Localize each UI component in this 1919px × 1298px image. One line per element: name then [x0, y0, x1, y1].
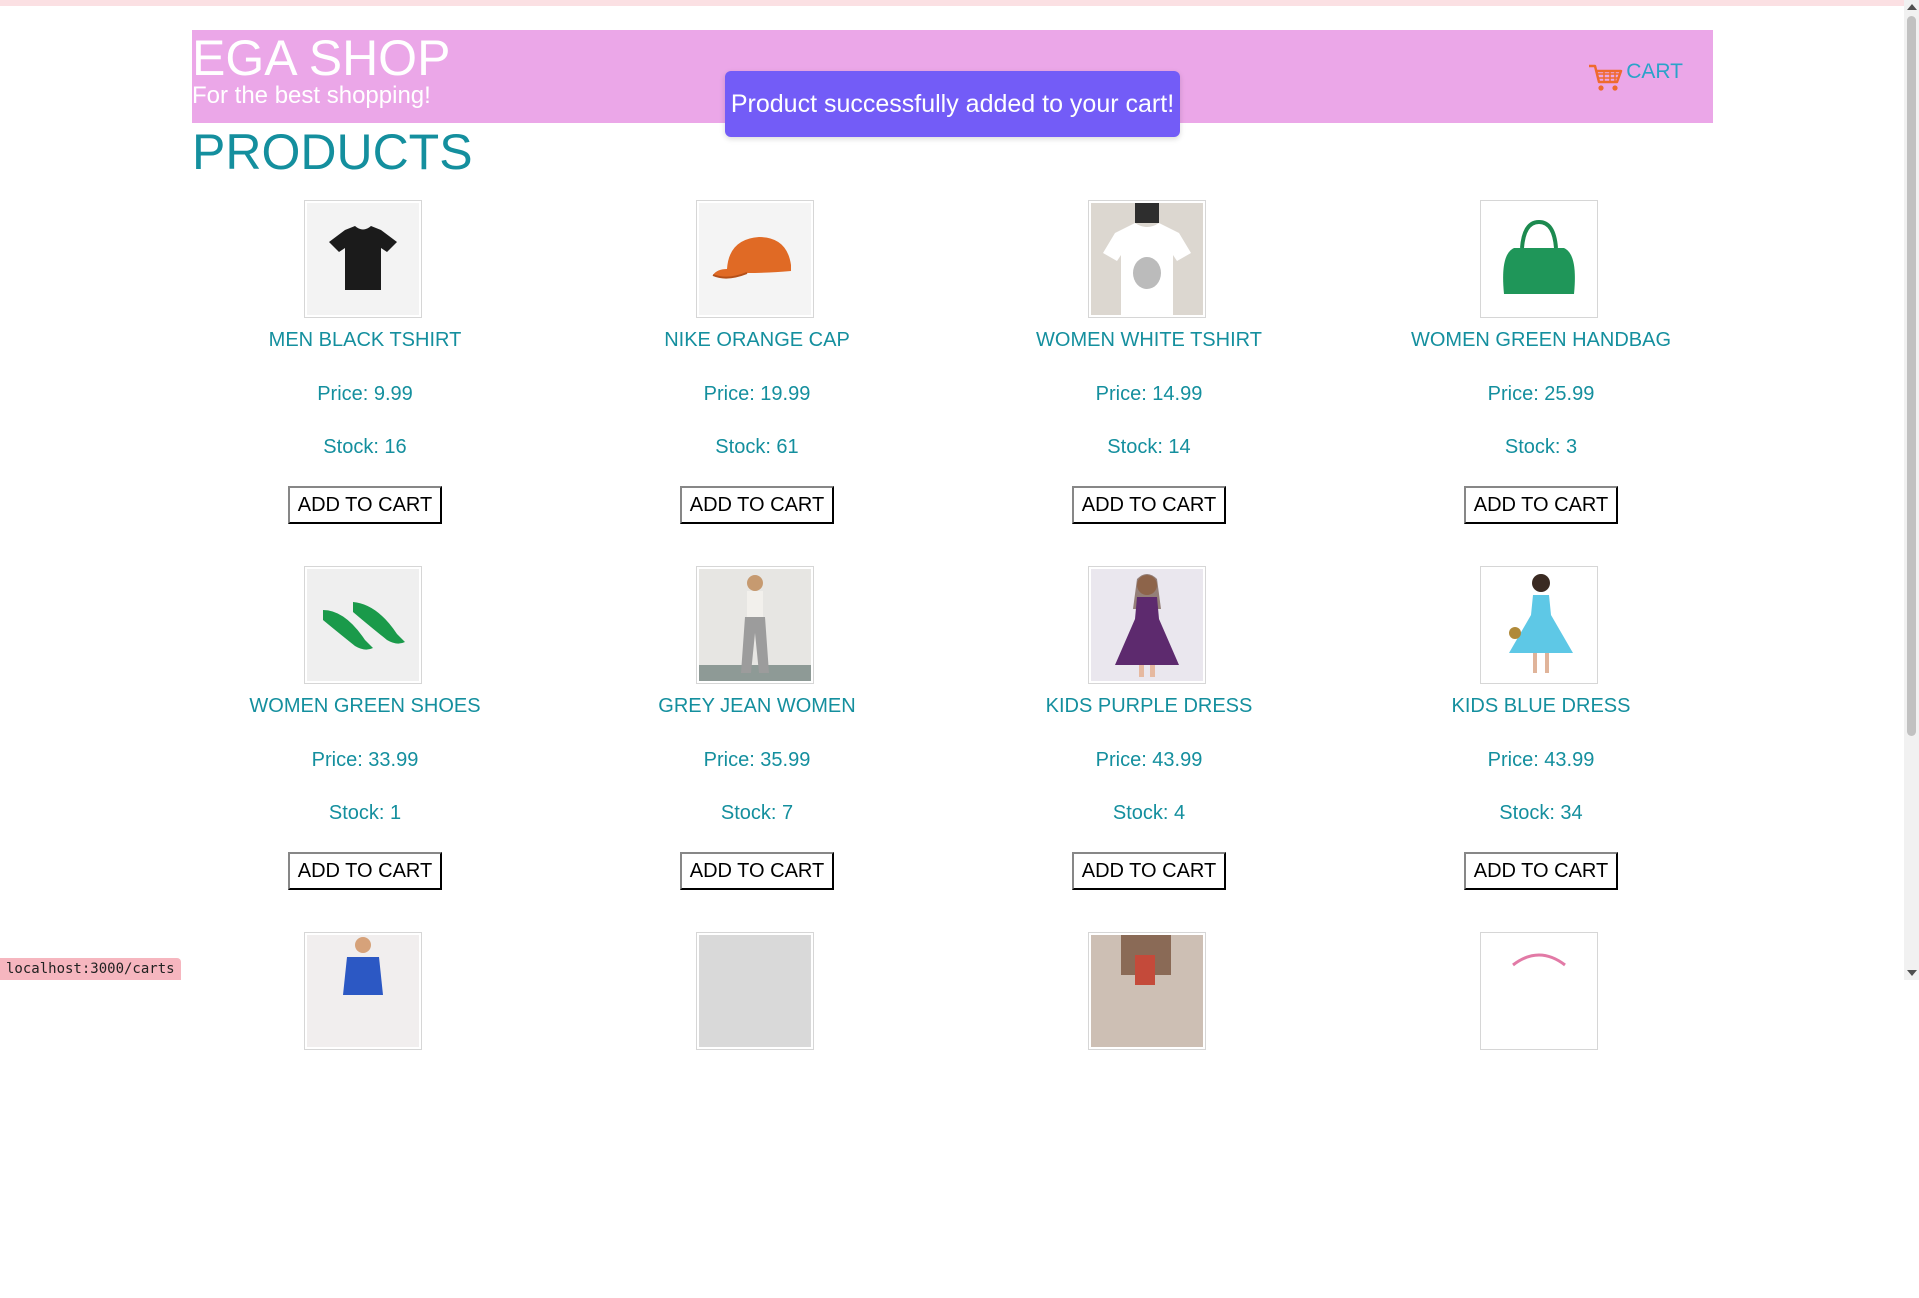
product-card: WOMEN GREEN HANDBAG Price: 25.99 Stock: …: [1368, 200, 1760, 566]
cart-link[interactable]: CART: [1588, 60, 1683, 93]
add-to-cart-button[interactable]: ADD TO CART: [680, 486, 834, 524]
product-grid: MEN BLACK TSHIRT Price: 9.99 Stock: 16 A…: [192, 200, 1758, 1298]
product-card: [976, 932, 1368, 1298]
add-to-cart-button[interactable]: ADD TO CART: [1072, 852, 1226, 890]
product-image-frame[interactable]: [1480, 566, 1598, 684]
product-card: NIKE ORANGE CAP Price: 19.99 Stock: 61 A…: [584, 200, 976, 566]
top-border: [0, 0, 1919, 6]
add-to-cart-button[interactable]: ADD TO CART: [1464, 852, 1618, 890]
cart-label[interactable]: CART: [1626, 60, 1683, 84]
product-image-frame[interactable]: [1088, 200, 1206, 318]
scrollbar-thumb[interactable]: [1907, 16, 1916, 736]
add-to-cart-button[interactable]: ADD TO CART: [1072, 486, 1226, 524]
product-card: WOMEN WHITE TSHIRT Price: 14.99 Stock: 1…: [976, 200, 1368, 566]
product-stock: Stock: 16: [323, 436, 407, 458]
product-card: [584, 932, 976, 1298]
product-image-frame[interactable]: [1480, 932, 1598, 1050]
pink-necklace-image: [1483, 935, 1595, 1047]
black-tshirt-image: [307, 203, 419, 315]
add-to-cart-button[interactable]: ADD TO CART: [288, 486, 442, 524]
shopping-cart-icon: [1589, 64, 1623, 91]
product-name[interactable]: MEN BLACK TSHIRT: [192, 329, 538, 352]
product-image-frame[interactable]: [304, 200, 422, 318]
product-price: Price: 25.99: [1487, 383, 1595, 405]
product-image-frame[interactable]: [1088, 566, 1206, 684]
product-price: Price: 43.99: [1095, 749, 1203, 771]
add-to-cart-button[interactable]: ADD TO CART: [680, 852, 834, 890]
product-image-frame[interactable]: [1480, 200, 1598, 318]
orange-cap-image: [699, 203, 811, 315]
product-stock: Stock: 7: [720, 802, 794, 824]
green-shoes-image: [307, 569, 419, 681]
products-heading: PRODUCTS: [192, 124, 473, 180]
product-card: MEN BLACK TSHIRT Price: 9.99 Stock: 16 A…: [192, 200, 584, 566]
add-to-cart-button[interactable]: ADD TO CART: [288, 852, 442, 890]
product-photo-image: [1091, 935, 1203, 1047]
vertical-scrollbar[interactable]: [1904, 0, 1919, 980]
white-tshirt-image: [1091, 203, 1203, 315]
product-card: [1368, 932, 1760, 1298]
blue-dress-image: [1483, 569, 1595, 681]
product-name[interactable]: WOMEN GREEN SHOES: [192, 695, 538, 718]
product-image-frame[interactable]: [696, 200, 814, 318]
success-toast: Product successfully added to your cart!: [725, 71, 1180, 137]
status-bar-url: localhost:3000/carts: [0, 958, 181, 980]
product-name[interactable]: KIDS BLUE DRESS: [1368, 695, 1714, 718]
product-name[interactable]: KIDS PURPLE DRESS: [976, 695, 1322, 718]
product-image-frame[interactable]: [696, 932, 814, 1050]
product-stock: Stock: 34: [1499, 802, 1583, 824]
product-card: [192, 932, 584, 1298]
product-image-frame[interactable]: [696, 566, 814, 684]
grey-product-image: [699, 935, 811, 1047]
grey-jean-image: [699, 569, 811, 681]
product-card: KIDS PURPLE DRESS Price: 43.99 Stock: 4 …: [976, 566, 1368, 932]
scroll-down-icon[interactable]: [1907, 970, 1917, 976]
shop-tagline: For the best shopping!: [192, 82, 431, 109]
product-name[interactable]: WOMEN GREEN HANDBAG: [1368, 329, 1714, 352]
shop-title[interactable]: EGA SHOP: [192, 31, 450, 85]
product-image-frame[interactable]: [304, 566, 422, 684]
green-handbag-image: [1483, 203, 1595, 315]
product-card: WOMEN GREEN SHOES Price: 33.99 Stock: 1 …: [192, 566, 584, 932]
add-to-cart-button[interactable]: ADD TO CART: [1464, 486, 1618, 524]
product-price: Price: 33.99: [311, 749, 419, 771]
blue-top-image: [307, 935, 419, 1047]
product-stock: Stock: 14: [1107, 436, 1191, 458]
product-card: GREY JEAN WOMEN Price: 35.99 Stock: 7 AD…: [584, 566, 976, 932]
product-stock: Stock: 61: [715, 436, 799, 458]
product-stock: Stock: 4: [1112, 802, 1186, 824]
product-price: Price: 9.99: [317, 383, 413, 405]
product-stock: Stock: 1: [328, 802, 402, 824]
purple-dress-image: [1091, 569, 1203, 681]
product-name[interactable]: GREY JEAN WOMEN: [584, 695, 930, 718]
product-price: Price: 43.99: [1487, 749, 1595, 771]
product-name[interactable]: WOMEN WHITE TSHIRT: [976, 329, 1322, 352]
product-image-frame[interactable]: [304, 932, 422, 1050]
product-image-frame[interactable]: [1088, 932, 1206, 1050]
product-price: Price: 14.99: [1095, 383, 1203, 405]
product-card: KIDS BLUE DRESS Price: 43.99 Stock: 34 A…: [1368, 566, 1760, 932]
product-stock: Stock: 3: [1504, 436, 1578, 458]
product-price: Price: 35.99: [703, 749, 811, 771]
product-name[interactable]: NIKE ORANGE CAP: [584, 329, 930, 352]
product-price: Price: 19.99: [703, 383, 811, 405]
scroll-up-icon[interactable]: [1907, 4, 1917, 10]
